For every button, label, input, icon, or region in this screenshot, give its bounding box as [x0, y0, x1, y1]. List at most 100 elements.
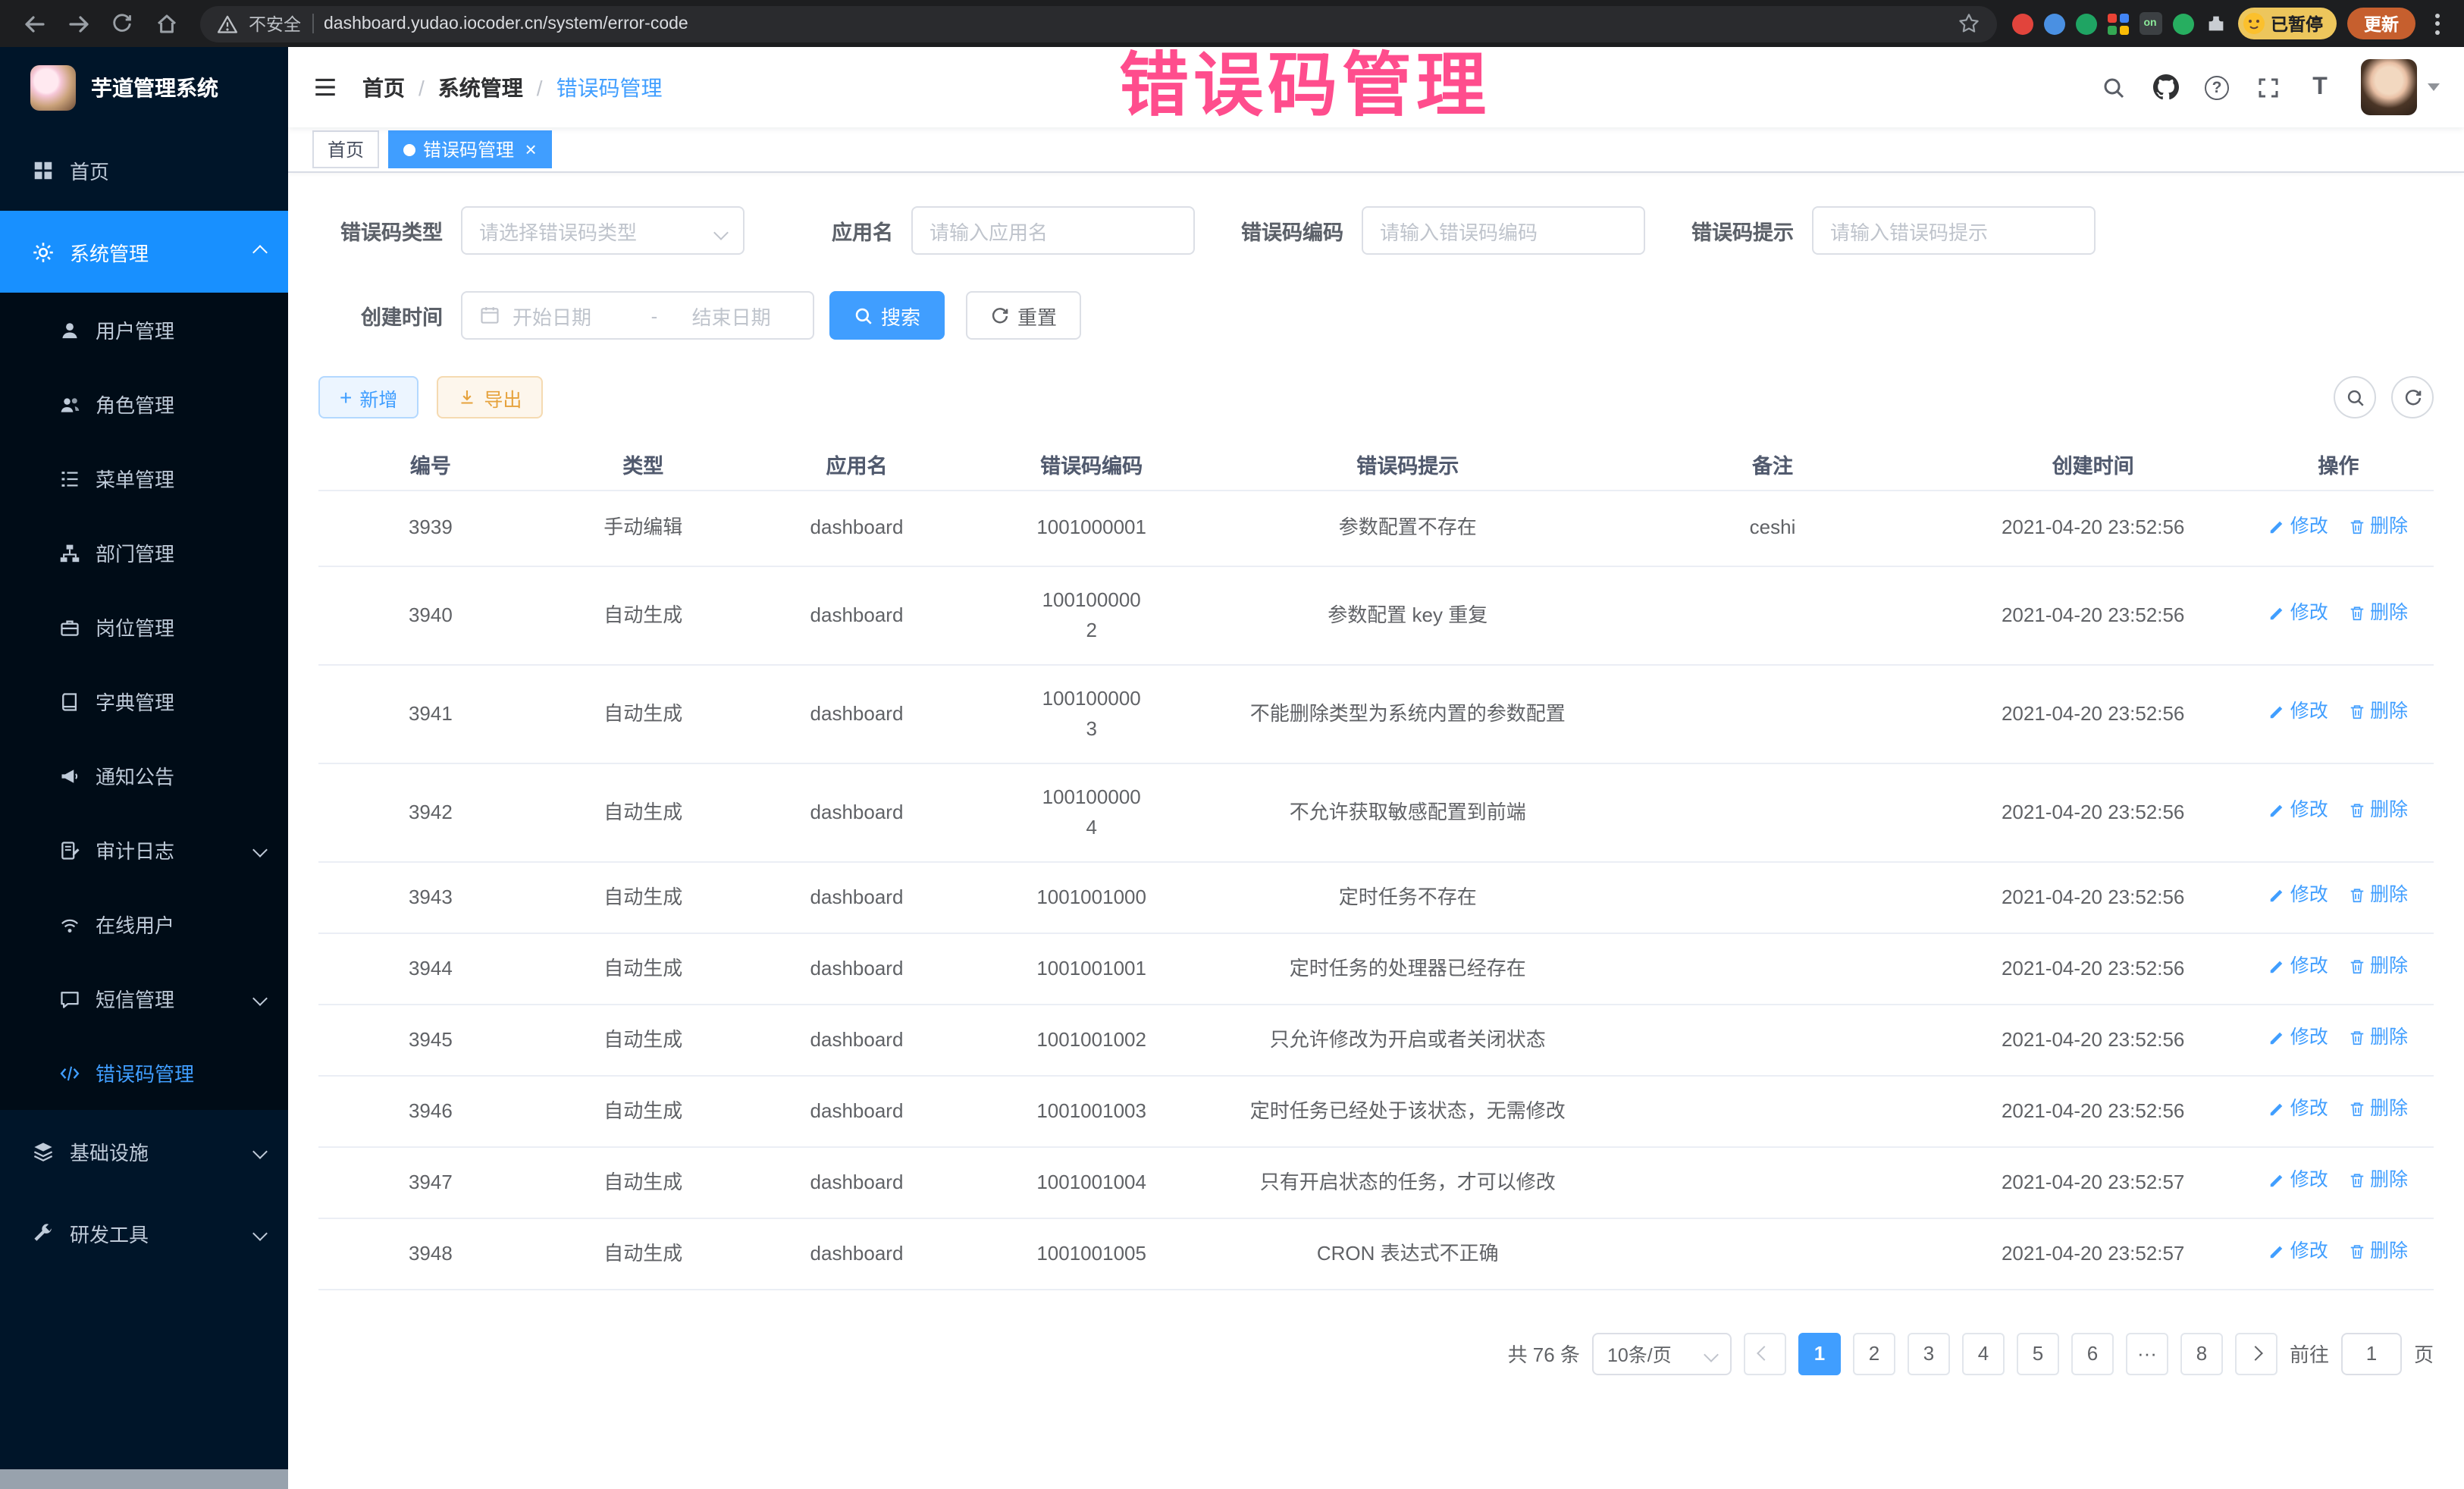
breadcrumb-home[interactable]: 首页: [362, 72, 405, 102]
extension-icon[interactable]: [2139, 12, 2161, 35]
edit-link[interactable]: 修改: [2269, 797, 2328, 826]
sidebar-item-dept-mgmt[interactable]: 部门管理: [0, 516, 288, 590]
back-arrow-icon: [22, 11, 46, 36]
create-time-range-picker[interactable]: 开始日期 - 结束日期: [461, 291, 814, 340]
delete-link[interactable]: 删除: [2349, 953, 2408, 982]
header-search-button[interactable]: [2088, 47, 2140, 127]
extension-icon[interactable]: [2107, 13, 2128, 34]
tags-view: 首页 错误码管理: [288, 127, 2464, 173]
page-button-8[interactable]: 8: [2180, 1332, 2223, 1375]
edit-link[interactable]: 修改: [2269, 1238, 2328, 1267]
sidebar-item-notice[interactable]: 通知公告: [0, 738, 288, 813]
edit-link[interactable]: 修改: [2269, 1167, 2328, 1196]
page-button-3[interactable]: 3: [1908, 1332, 1950, 1375]
extension-icon[interactable]: [2075, 13, 2096, 34]
page-button-6[interactable]: 6: [2071, 1332, 2114, 1375]
tab-home[interactable]: 首页: [312, 130, 379, 168]
goto-page-input[interactable]: 1: [2341, 1332, 2402, 1375]
sidebar-item-menu-mgmt[interactable]: 菜单管理: [0, 441, 288, 516]
address-bar[interactable]: 不安全 dashboard.yudao.iocoder.cn/system/er…: [200, 5, 1996, 42]
forward-button[interactable]: [59, 5, 97, 42]
sidebar-item-sms-mgmt[interactable]: 短信管理: [0, 961, 288, 1036]
menu-list-icon: [59, 468, 80, 489]
chrome-menu-icon[interactable]: [2426, 7, 2449, 40]
extensions-puzzle-icon[interactable]: [2204, 12, 2227, 35]
sidebar-item-user-mgmt[interactable]: 用户管理: [0, 293, 288, 367]
edit-link[interactable]: 修改: [2269, 600, 2328, 629]
add-button[interactable]: 新增: [318, 376, 419, 418]
extension-icon[interactable]: [2172, 13, 2193, 34]
error-code-input[interactable]: 请输入错误码编码: [1362, 206, 1645, 255]
delete-link[interactable]: 删除: [2349, 1238, 2408, 1267]
search-icon: [2345, 387, 2365, 407]
reset-button[interactable]: 重置: [966, 291, 1081, 340]
toggle-search-button[interactable]: [2334, 376, 2376, 418]
table-row: 3948 自动生成 dashboard 1001001005 CRON 表达式不…: [318, 1218, 2434, 1289]
sidebar-item-audit-log[interactable]: 审计日志: [0, 813, 288, 887]
prev-page-button[interactable]: [1744, 1332, 1786, 1375]
more-pages-button[interactable]: ···: [2126, 1332, 2168, 1375]
user-menu[interactable]: [2361, 59, 2440, 115]
fullscreen-button[interactable]: [2243, 47, 2294, 127]
extension-icon[interactable]: [2011, 13, 2033, 34]
edit-label: 修改: [2290, 1167, 2328, 1196]
app-name-input[interactable]: 请输入应用名: [911, 206, 1195, 255]
bookmark-star-icon[interactable]: [1957, 12, 1980, 35]
error-type-select[interactable]: 请选择错误码类型: [461, 206, 745, 255]
edit-link[interactable]: 修改: [2269, 698, 2328, 727]
home-button[interactable]: [147, 5, 185, 42]
font-size-button[interactable]: [2294, 47, 2346, 127]
delete-link[interactable]: 删除: [2349, 1096, 2408, 1124]
sidebar-item-online-users[interactable]: 在线用户: [0, 887, 288, 961]
sidebar-item-infra[interactable]: 基础设施: [0, 1110, 288, 1192]
github-link[interactable]: [2140, 47, 2191, 127]
app-logo[interactable]: 芋道管理系统: [0, 47, 288, 129]
delete-link[interactable]: 删除: [2349, 797, 2408, 826]
breadcrumb-system[interactable]: 系统管理: [438, 72, 523, 102]
edit-link[interactable]: 修改: [2269, 882, 2328, 911]
delete-link[interactable]: 删除: [2349, 600, 2408, 629]
profile-paused-badge[interactable]: 已暂停: [2237, 8, 2337, 39]
sidebar-item-error-code-mgmt[interactable]: 错误码管理: [0, 1036, 288, 1110]
edit-link[interactable]: 修改: [2269, 1024, 2328, 1053]
delete-link[interactable]: 删除: [2349, 882, 2408, 911]
close-icon[interactable]: [525, 139, 536, 159]
delete-link[interactable]: 删除: [2349, 698, 2408, 727]
refresh-table-button[interactable]: [2391, 376, 2434, 418]
browser-update-button[interactable]: 更新: [2347, 8, 2415, 39]
cell-app: dashboard: [744, 566, 970, 664]
help-button[interactable]: [2191, 47, 2243, 127]
sidebar-item-dict-mgmt[interactable]: 字典管理: [0, 664, 288, 738]
page-size-select[interactable]: 10条/页: [1592, 1332, 1732, 1375]
page-button-4[interactable]: 4: [1962, 1332, 2005, 1375]
extension-icon[interactable]: [2043, 13, 2064, 34]
page-button-2[interactable]: 2: [1853, 1332, 1895, 1375]
sidebar-item-system[interactable]: 系统管理: [0, 211, 288, 293]
back-button[interactable]: [15, 5, 53, 42]
error-msg-input[interactable]: 请输入错误码提示: [1812, 206, 2096, 255]
gear-icon: [32, 240, 55, 263]
sidebar-toggle-icon[interactable]: [312, 74, 338, 100]
delete-link[interactable]: 删除: [2349, 1167, 2408, 1196]
export-button[interactable]: 导出: [437, 376, 543, 418]
delete-link[interactable]: 删除: [2349, 513, 2408, 541]
next-page-button[interactable]: [2235, 1332, 2277, 1375]
breadcrumb-current: 错误码管理: [556, 72, 663, 102]
edit-link[interactable]: 修改: [2269, 953, 2328, 982]
chevron-left-icon: [1757, 1346, 1773, 1361]
delete-link[interactable]: 删除: [2349, 1024, 2408, 1053]
search-button[interactable]: 搜索: [829, 291, 945, 340]
cell-id: 3939: [318, 490, 543, 566]
tab-error-code[interactable]: 错误码管理: [388, 130, 551, 168]
page-button-5[interactable]: 5: [2017, 1332, 2059, 1375]
sidebar-collapse-bar[interactable]: [0, 1469, 288, 1489]
sidebar-item-post-mgmt[interactable]: 岗位管理: [0, 590, 288, 664]
page-button-1[interactable]: 1: [1798, 1332, 1841, 1375]
edit-link[interactable]: 修改: [2269, 1096, 2328, 1124]
sidebar-item-home[interactable]: 首页: [0, 129, 288, 211]
trash-icon: [2349, 887, 2365, 904]
reload-button[interactable]: [103, 5, 141, 42]
edit-link[interactable]: 修改: [2269, 513, 2328, 541]
sidebar-item-devtools[interactable]: 研发工具: [0, 1192, 288, 1274]
sidebar-item-role-mgmt[interactable]: 角色管理: [0, 367, 288, 441]
